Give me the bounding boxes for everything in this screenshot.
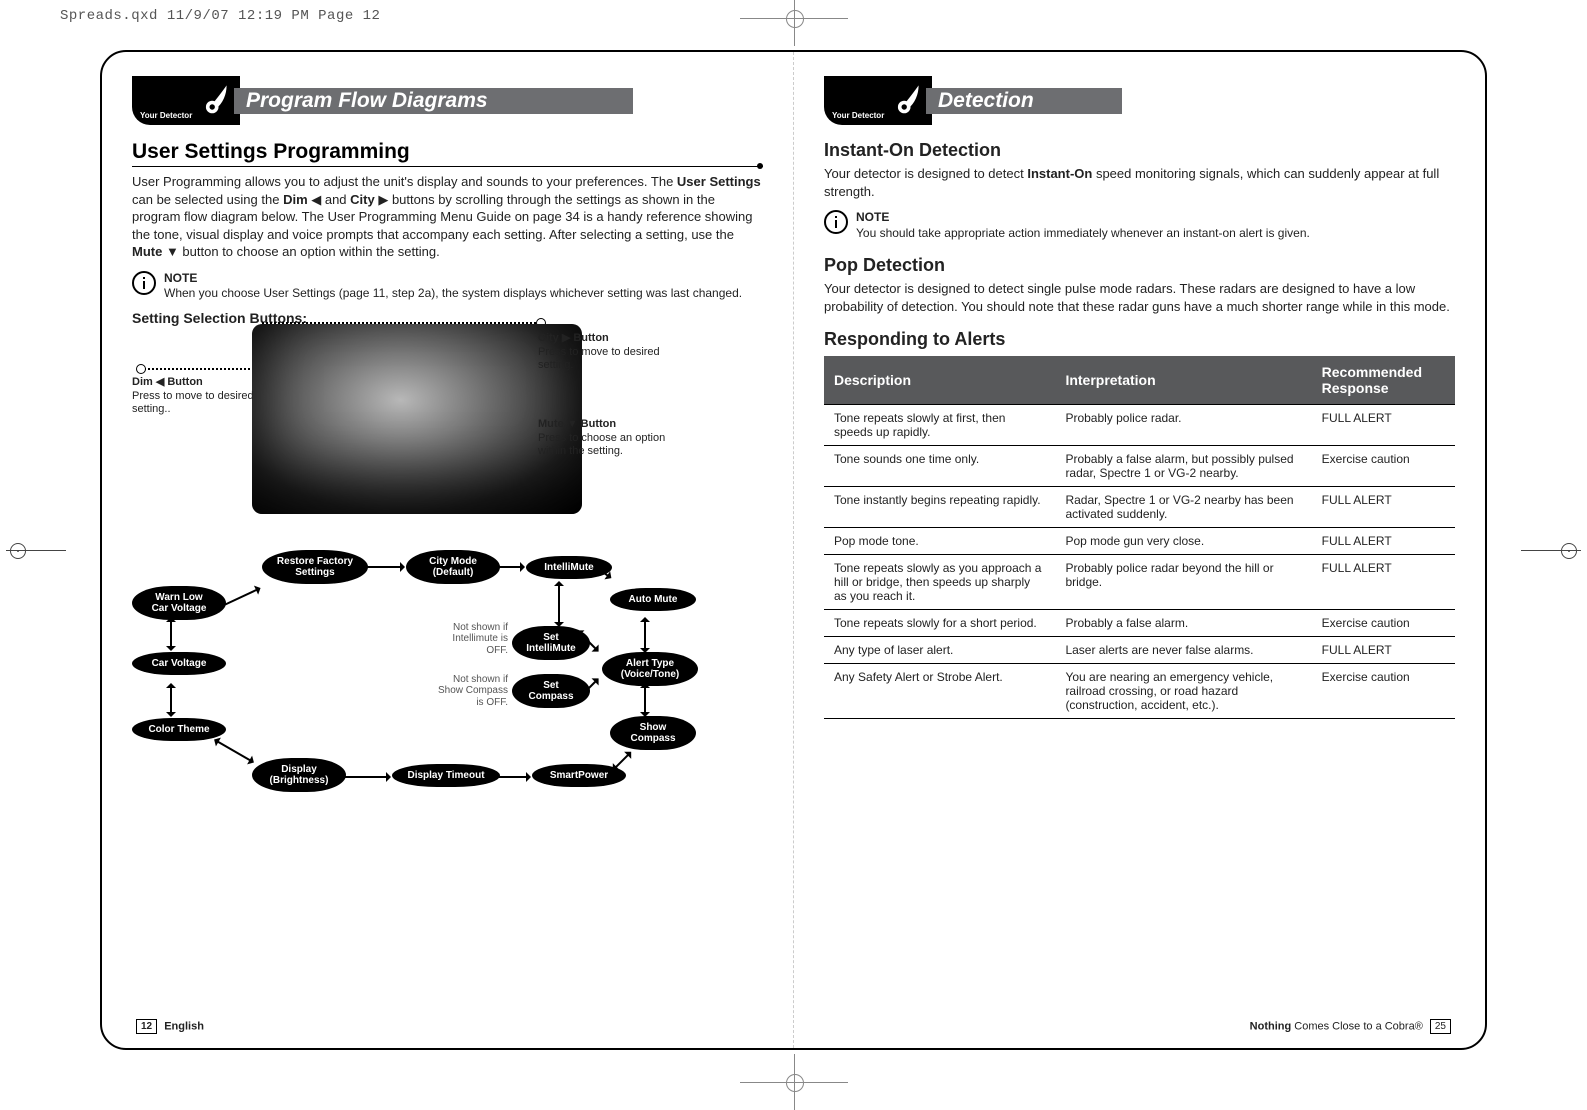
registration-mark-right — [1521, 530, 1581, 570]
detector-photo — [252, 324, 582, 514]
table-row: Tone instantly begins repeating rapidly.… — [824, 487, 1455, 528]
note-text-right: NOTE You should take appropriate action … — [856, 210, 1310, 241]
col-interpretation: Interpretation — [1055, 356, 1311, 405]
page-right: Your Detector Detection Instant-On Detec… — [794, 52, 1485, 1048]
header-badge-left: Your Detector — [132, 76, 240, 125]
page-left: Your Detector Program Flow Diagrams User… — [102, 52, 794, 1048]
note-icon — [132, 271, 156, 295]
header-title-left: Program Flow Diagrams — [234, 88, 633, 114]
cobra-logo-icon — [196, 80, 232, 116]
section-rule — [132, 166, 763, 167]
callout-city: City ▶ Button Press to move to desired s… — [538, 332, 688, 373]
tagline-bold: Nothing — [1250, 1020, 1292, 1032]
node-automute: Auto Mute — [610, 588, 696, 611]
registration-mark-top — [780, 4, 808, 32]
alerts-table: Description Interpretation Recommended R… — [824, 356, 1455, 719]
heading-pop: Pop Detection — [824, 255, 1455, 276]
node-alerttype: Alert Type (Voice/Tone) — [602, 652, 698, 686]
text-instant-on: Your detector is designed to detect Inst… — [824, 165, 1455, 200]
table-row: Tone repeats slowly as you approach a hi… — [824, 555, 1455, 610]
heading-instant-on: Instant-On Detection — [824, 140, 1455, 161]
print-slug: Spreads.qxd 11/9/07 12:19 PM Page 12 — [60, 8, 380, 24]
page-number-left: 12 — [136, 1019, 157, 1034]
callout-dim: Dim ◀ Button Press to move to desired se… — [132, 376, 282, 417]
page-lang: English — [164, 1020, 204, 1032]
table-row: Tone repeats slowly at first, then speed… — [824, 405, 1455, 446]
node-carvoltage: Car Voltage — [132, 652, 226, 675]
page-footer-right: Nothing Comes Close to a Cobra® 25 — [1250, 1019, 1455, 1034]
registration-mark-bottom — [780, 1068, 808, 1096]
header-title-right: Detection — [926, 88, 1122, 114]
callout-mute: Mute ▼ Button Press to choose an option … — [538, 418, 688, 459]
cobra-logo-icon — [888, 80, 924, 116]
note-label: NOTE — [856, 210, 1310, 226]
page-footer-left: 12 English — [132, 1019, 204, 1034]
col-response: Recommended Response — [1312, 356, 1455, 405]
note-icon — [824, 210, 848, 234]
header-badge-text: Your Detector — [832, 111, 884, 120]
registration-mark-left — [6, 530, 66, 570]
col-description: Description — [824, 356, 1055, 405]
node-showcompass: Show Compass — [610, 716, 696, 750]
header-badge-right: Your Detector — [824, 76, 932, 125]
tagline-rest: Comes Close to a Cobra® — [1291, 1020, 1423, 1032]
program-flow-diagram: Restore Factory Settings City Mode (Defa… — [132, 544, 763, 804]
table-row: Tone repeats slowly for a short period.P… — [824, 610, 1455, 637]
table-row: Any Safety Alert or Strobe Alert.You are… — [824, 664, 1455, 719]
table-row: Pop mode tone.Pop mode gun very close.FU… — [824, 528, 1455, 555]
note-text: NOTE When you choose User Settings (page… — [164, 271, 742, 302]
text-pop: Your detector is designed to detect sing… — [824, 280, 1455, 315]
heading-responding: Responding to Alerts — [824, 329, 1455, 350]
flow-note-compass-off: Not shown if Show Compass is OFF. — [428, 674, 508, 709]
table-row: Tone sounds one time only.Probably a fal… — [824, 446, 1455, 487]
flow-note-intellimute-off: Not shown if Intellimute is OFF. — [438, 622, 508, 657]
section-heading-user-settings: User Settings Programming — [132, 140, 763, 164]
table-row: Any type of laser alert.Laser alerts are… — [824, 637, 1455, 664]
intro-text: User Programming allows you to adjust th… — [132, 173, 763, 261]
header-badge-text: Your Detector — [140, 111, 192, 120]
page-number-right: 25 — [1430, 1019, 1451, 1034]
note-label: NOTE — [164, 271, 742, 287]
